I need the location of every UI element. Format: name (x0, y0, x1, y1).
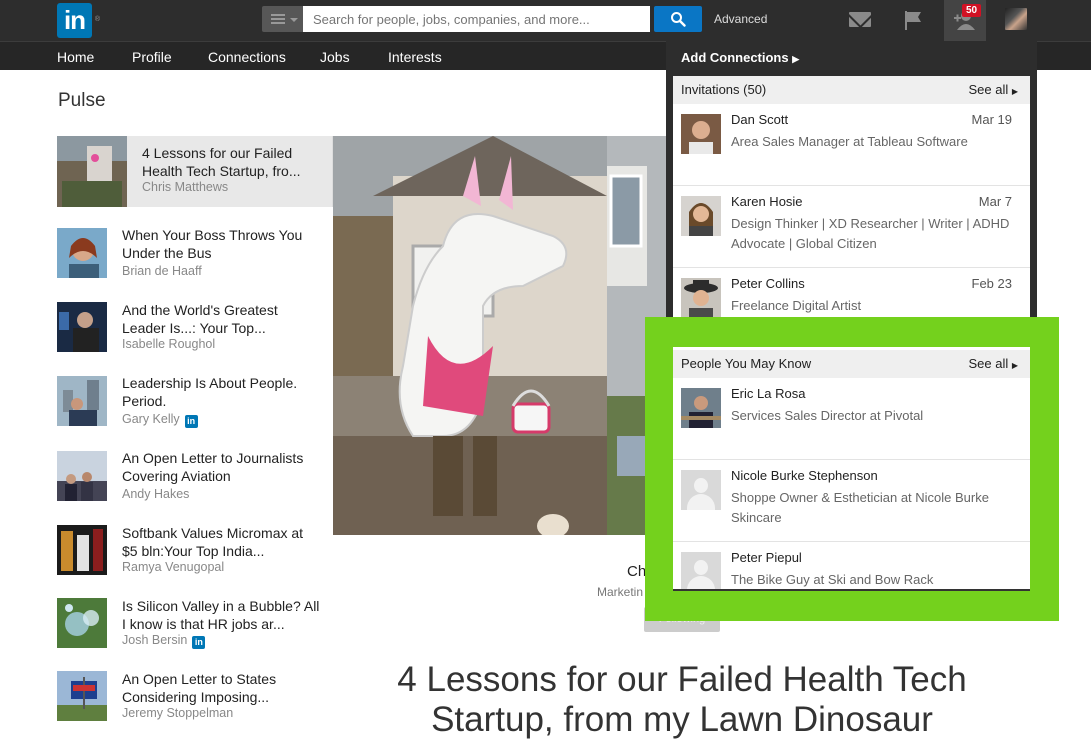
default-avatar-icon (681, 470, 721, 510)
page-title: Pulse (58, 90, 106, 111)
notification-badge: 50 (962, 4, 982, 17)
pymk-name[interactable]: Peter Piepul (731, 550, 802, 565)
pymk-headline: Shoppe Owner & Esthetician at Nicole Bur… (731, 490, 989, 525)
article-title[interactable]: Is Silicon Valley in a Bubble? All I kno… (122, 597, 322, 633)
article-author[interactable]: Isabelle Roughol (122, 337, 215, 351)
invitations-label: Invitations (50) (681, 82, 767, 97)
pymk-see-all[interactable]: See all ▶ (968, 356, 1018, 371)
nav-interests[interactable]: Interests (388, 49, 442, 65)
invitation-date: Mar 19 (971, 112, 1012, 127)
article-thumbnail (57, 671, 107, 721)
author-name: Gary Kelly (122, 412, 180, 426)
article-title[interactable]: When Your Boss Throws You Under the Bus (122, 226, 322, 262)
article-thumbnail (57, 136, 127, 207)
avatar (681, 388, 721, 428)
pymk-row[interactable]: Peter Piepul The Bike Guy at Ski and Bow… (673, 542, 1030, 589)
invitation-name[interactable]: Dan Scott (731, 112, 788, 127)
article-author[interactable]: Brian de Haaff (122, 264, 202, 278)
pymk-row[interactable]: Eric La Rosa Services Sales Director at … (673, 378, 1030, 460)
article-headline[interactable]: 4 Lessons for our Failed Health Tech Sta… (370, 660, 994, 740)
logo-text: in (63, 5, 86, 35)
advanced-search-link[interactable]: Advanced (714, 12, 767, 26)
avatar (681, 278, 721, 318)
article-title[interactable]: And the World's Greatest Leader Is...: Y… (122, 301, 322, 337)
article-hero-image[interactable] (333, 136, 607, 535)
invitations-panel: Invitations (50) See all ▶ Dan Scott Mar… (673, 76, 1030, 326)
article-thumbnail (57, 376, 107, 426)
search-button[interactable] (654, 6, 702, 32)
article-title[interactable]: Leadership Is About People. Period. (122, 374, 322, 410)
invitation-date: Feb 23 (971, 276, 1012, 291)
pymk-name[interactable]: Eric La Rosa (731, 386, 805, 401)
default-avatar-icon (681, 552, 721, 589)
dinosaur-photo (333, 136, 607, 535)
see-all-label: See all (968, 82, 1009, 97)
linkedin-logo[interactable]: in ® (57, 3, 100, 38)
invitations-header: Invitations (50) See all ▶ (673, 76, 1030, 104)
see-all-label: See all (968, 356, 1009, 371)
article-author[interactable]: Gary Kelly in (122, 412, 198, 428)
nav-jobs[interactable]: Jobs (320, 49, 350, 65)
nav-home[interactable]: Home (57, 49, 94, 65)
article-thumbnail (57, 525, 107, 575)
chevron-right-icon: ▶ (792, 54, 800, 64)
article-thumbnail (57, 451, 107, 501)
profile-avatar[interactable] (1005, 8, 1027, 30)
pymk-name[interactable]: Nicole Burke Stephenson (731, 468, 878, 483)
linkedin-influencer-icon: in (192, 636, 206, 649)
featured-title[interactable]: 4 Lessons for our Failed Health Tech Sta… (142, 144, 322, 180)
article-author[interactable]: Jeremy Stoppelman (122, 706, 233, 720)
pymk-row[interactable]: Nicole Burke Stephenson Shoppe Owner & E… (673, 460, 1030, 542)
add-connections-header[interactable]: Add Connections ▶ (681, 50, 799, 65)
messages-icon[interactable] (849, 12, 871, 27)
featured-author[interactable]: Chris Matthews (142, 180, 228, 194)
chevron-right-icon: ▶ (1011, 361, 1018, 370)
author-name-partial[interactable]: Ch (627, 563, 646, 580)
author-role-partial: Marketin (597, 585, 644, 599)
invitation-name[interactable]: Karen Hosie (731, 194, 803, 209)
article-author[interactable]: Andy Hakes (122, 487, 189, 501)
author-name: Josh Bersin (122, 633, 188, 647)
invitation-date: Mar 7 (978, 194, 1012, 209)
linkedin-influencer-icon: in (184, 415, 198, 428)
chevron-down-icon (290, 18, 298, 22)
invitations-see-all[interactable]: See all ▶ (968, 82, 1018, 97)
invitation-row[interactable]: Karen Hosie Mar 7 Design Thinker | XD Re… (673, 186, 1030, 268)
pymk-headline: The Bike Guy at Ski and Bow Rack (731, 572, 934, 587)
invitation-headline: Freelance Digital Artist (731, 298, 862, 313)
top-bar: in® Advanced 50 (0, 0, 1091, 41)
invitation-name[interactable]: Peter Collins (731, 276, 805, 291)
search-input[interactable] (303, 6, 650, 32)
article-author[interactable]: Josh Bersin in (122, 633, 206, 649)
invitation-headline: Area Sales Manager at Tableau Software (731, 134, 968, 149)
article-thumbnail (57, 598, 107, 648)
article-author[interactable]: Ramya Venugopal (122, 560, 224, 574)
pymk-headline: Services Sales Director at Pivotal (731, 408, 924, 423)
search-icon (671, 12, 686, 27)
list-icon (271, 14, 285, 24)
invitation-row[interactable]: Dan Scott Mar 19 Area Sales Manager at T… (673, 104, 1030, 186)
article-title[interactable]: Softbank Values Micromax at $5 bln:Your … (122, 524, 322, 560)
pymk-header: People You May Know See all ▶ (673, 350, 1030, 378)
people-you-may-know-panel: People You May Know See all ▶ Eric La Ro… (673, 347, 1030, 591)
article-title[interactable]: An Open Letter to Journalists Covering A… (122, 449, 322, 485)
article-thumbnail (57, 228, 107, 278)
avatar (681, 114, 721, 154)
search-category-dropdown[interactable] (262, 6, 303, 32)
nav-connections[interactable]: Connections (208, 49, 286, 65)
article-title[interactable]: An Open Letter to States Considering Imp… (122, 670, 322, 706)
chevron-right-icon: ▶ (1011, 87, 1018, 96)
article-thumbnail (57, 302, 107, 352)
flag-icon[interactable] (903, 10, 923, 30)
invitation-headline: Design Thinker | XD Researcher | Writer … (731, 216, 1010, 251)
nav-profile[interactable]: Profile (132, 49, 172, 65)
pymk-label: People You May Know (681, 356, 812, 371)
dropdown-title: Add Connections (681, 50, 789, 65)
avatar (681, 196, 721, 236)
